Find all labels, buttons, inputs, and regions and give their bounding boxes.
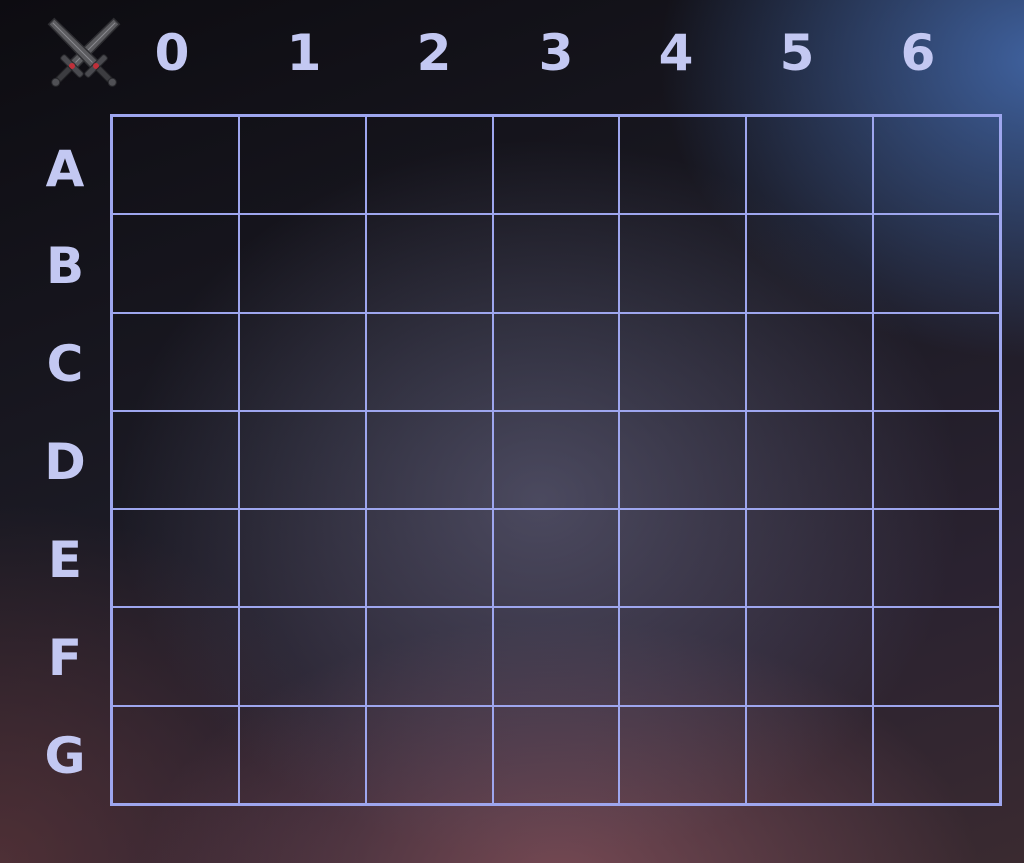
grid-cell-d2[interactable]	[364, 409, 494, 511]
grid-cell-f2[interactable]	[364, 606, 494, 707]
grid-cell-g6[interactable]	[872, 704, 1001, 805]
grid-cell-f0[interactable]	[111, 606, 240, 707]
grid-cell-e4[interactable]	[618, 508, 748, 609]
grid-cell-f5[interactable]	[745, 606, 875, 707]
grid-cell-g1[interactable]	[237, 704, 367, 805]
grid-cell-f3[interactable]	[491, 606, 621, 707]
grid-cell-c6[interactable]	[872, 311, 1001, 412]
grid-cell-c0[interactable]	[111, 311, 240, 412]
grid-cell-g4[interactable]	[618, 704, 748, 805]
grid-cell-e2[interactable]	[364, 508, 494, 609]
row-label-f: F	[47, 629, 83, 687]
grid-cell-b1[interactable]	[237, 213, 367, 314]
grid-cell-e6[interactable]	[872, 508, 1001, 609]
column-label-4: 4	[658, 24, 694, 82]
grid-cell-e1[interactable]	[237, 508, 367, 609]
grid-cell-c2[interactable]	[364, 311, 494, 412]
grid-cell-c5[interactable]	[745, 311, 875, 412]
grid-cell-f1[interactable]	[237, 606, 367, 707]
row-label-b: B	[45, 237, 85, 295]
grid-cell-d5[interactable]	[745, 409, 875, 511]
grid-cell-g3[interactable]	[491, 704, 621, 805]
column-label-2: 2	[416, 24, 452, 82]
row-label-e: E	[47, 531, 83, 589]
grid-cell-a5[interactable]	[745, 115, 875, 216]
row-label-d: D	[44, 433, 86, 491]
grid-cell-g0[interactable]	[111, 704, 240, 805]
grid-cell-c1[interactable]	[237, 311, 367, 412]
grid-cell-e0[interactable]	[111, 508, 240, 609]
grid-cell-c3[interactable]	[491, 311, 621, 412]
grid-cell-f6[interactable]	[872, 606, 1001, 707]
grid-cell-b6[interactable]	[872, 213, 1001, 314]
grid-cell-d6[interactable]	[872, 409, 1001, 511]
column-label-5: 5	[779, 24, 815, 82]
grid-cell-e3[interactable]	[491, 508, 621, 609]
grid-cell-d0[interactable]	[111, 409, 240, 511]
column-label-6: 6	[900, 24, 936, 82]
grid-cell-a0[interactable]	[111, 115, 240, 216]
grid-cell-d4[interactable]	[618, 409, 748, 511]
grid-cell-a3[interactable]	[491, 115, 621, 216]
grid-cell-b3[interactable]	[491, 213, 621, 314]
grid-cell-a1[interactable]	[237, 115, 367, 216]
column-label-3: 3	[538, 24, 574, 82]
grid-cell-b4[interactable]	[618, 213, 748, 314]
game-grid	[110, 114, 1002, 806]
grid-cell-g5[interactable]	[745, 704, 875, 805]
game-board: 0 1 2 3 4 5 6 A B C D E F G	[0, 0, 1024, 863]
grid-cell-c4[interactable]	[618, 311, 748, 412]
grid-cell-b2[interactable]	[364, 213, 494, 314]
row-label-a: A	[45, 140, 85, 198]
column-label-0: 0	[154, 24, 190, 82]
grid-cell-d3[interactable]	[491, 409, 621, 511]
row-label-c: C	[46, 335, 84, 393]
grid-cell-a4[interactable]	[618, 115, 748, 216]
grid-cell-f4[interactable]	[618, 606, 748, 707]
grid-cell-g2[interactable]	[364, 704, 494, 805]
grid-cell-b0[interactable]	[111, 213, 240, 314]
crossed-swords-icon	[36, 6, 132, 102]
grid-cell-a6[interactable]	[872, 115, 1001, 216]
grid-cell-e5[interactable]	[745, 508, 875, 609]
grid-cell-a2[interactable]	[364, 115, 494, 216]
grid-cell-b5[interactable]	[745, 213, 875, 314]
row-label-g: G	[44, 727, 86, 785]
grid-cell-d1[interactable]	[237, 409, 367, 511]
column-label-1: 1	[286, 24, 322, 82]
